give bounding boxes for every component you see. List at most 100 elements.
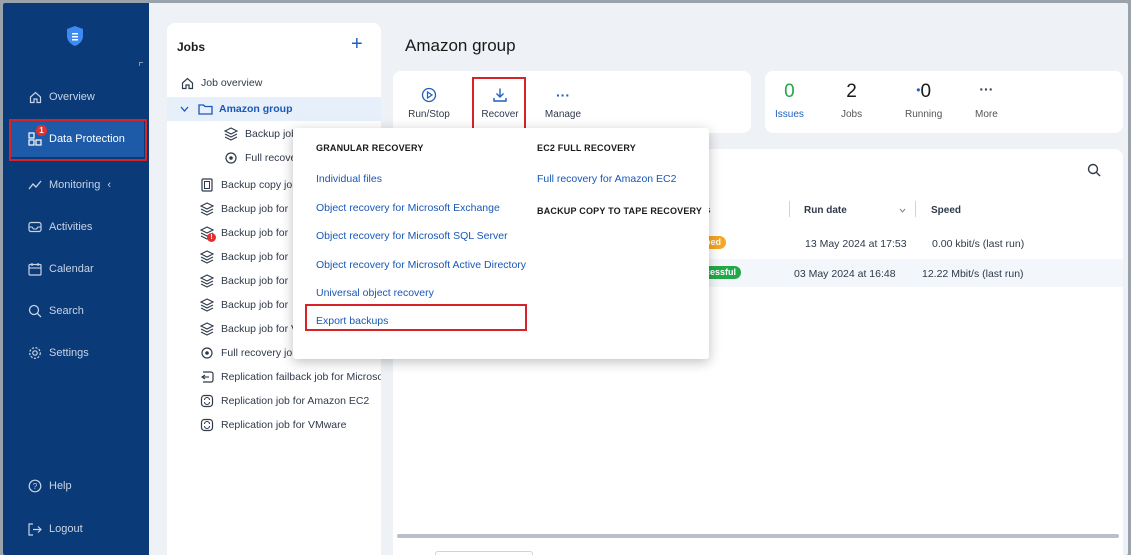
menu-item-individual-files[interactable]: Individual files xyxy=(316,173,382,185)
home-icon xyxy=(179,75,195,91)
sidebar-item-monitoring[interactable]: Monitoring ‹ xyxy=(11,167,144,203)
issues-stat[interactable]: 0 Issues xyxy=(775,81,804,120)
chevron-left-icon: ‹ xyxy=(107,179,112,191)
sort-chevron-icon[interactable] xyxy=(899,208,906,213)
backup-job-icon xyxy=(199,321,215,337)
jobs-count: 2 xyxy=(846,81,857,102)
manage-label: Manage xyxy=(544,108,582,120)
tree-item-job-overview[interactable]: Job overview xyxy=(167,71,381,95)
running-stat[interactable]: •0 Running xyxy=(905,81,942,120)
gear-icon xyxy=(27,345,43,361)
ec2-recovery-header: EC2 FULL RECOVERY xyxy=(537,143,636,153)
footer-control[interactable] xyxy=(435,551,533,555)
calendar-icon xyxy=(27,261,43,277)
sidebar-item-calendar[interactable]: Calendar xyxy=(11,251,144,287)
granular-recovery-header: GRANULAR RECOVERY xyxy=(316,143,424,153)
tree-item-label: Job overview xyxy=(201,77,263,89)
monitoring-icon xyxy=(27,177,43,193)
menu-item-active-directory-recovery[interactable]: Object recovery for Microsoft Active Dir… xyxy=(316,259,526,271)
manage-button[interactable]: ··· Manage xyxy=(541,71,585,133)
jobs-stat[interactable]: 2 Jobs xyxy=(841,81,862,120)
running-label: Running xyxy=(905,109,943,120)
tree-item-label: Backup job for xyxy=(221,275,289,287)
horizontal-scrollbar[interactable] xyxy=(397,534,1119,538)
sidebar-item-settings[interactable]: Settings xyxy=(11,335,144,371)
backup-job-icon xyxy=(223,126,239,142)
sidebar-item-label: Logout xyxy=(49,523,83,535)
tape-recovery-header: BACKUP COPY TO TAPE RECOVERY xyxy=(537,206,703,216)
column-separator xyxy=(789,201,790,217)
menu-item-ec2-full-recovery[interactable]: Full recovery for Amazon EC2 xyxy=(537,173,676,185)
issues-count: 0 xyxy=(784,81,795,102)
tree-item-label: Backup job for xyxy=(221,227,289,239)
more-stat-button[interactable]: ··· More xyxy=(975,81,998,120)
speed-cell: 0.00 kbit/s (last run) xyxy=(932,238,1025,250)
tree-item-label: Backup job for xyxy=(221,251,289,263)
more-label: More xyxy=(975,109,998,120)
sidebar-item-label: Activities xyxy=(49,221,93,233)
highlight-frame xyxy=(9,119,147,161)
svg-text:?: ? xyxy=(33,482,38,491)
highlight-frame xyxy=(305,304,527,331)
logout-icon xyxy=(27,521,43,537)
menu-item-sql-recovery[interactable]: Object recovery for Microsoft SQL Server xyxy=(316,230,508,242)
sidebar-item-label: Monitoring xyxy=(49,179,101,191)
highlight-frame xyxy=(472,77,526,131)
tree-item-job[interactable]: Replication job for VMware xyxy=(167,413,381,437)
toolbar: Run/Stop Recover ··· Manage xyxy=(393,71,751,133)
replication-icon xyxy=(199,393,215,409)
activities-icon xyxy=(27,219,43,235)
jobs-panel-title: Jobs xyxy=(177,40,206,54)
tree-item-job[interactable]: Replication job for Amazon EC2 xyxy=(167,389,381,413)
sidebar-item-search[interactable]: Search xyxy=(11,293,144,329)
tree-item-label: Backup job xyxy=(245,128,297,140)
run-date-header[interactable]: Run date xyxy=(804,205,847,216)
sidebar: Overview Data Protection 1 Monitoring ‹ … xyxy=(3,3,149,555)
sidebar-item-help[interactable]: ? Help xyxy=(11,468,144,504)
tree-item-job[interactable]: Replication failback job for Microso xyxy=(167,365,381,389)
sidebar-item-logout[interactable]: Logout xyxy=(11,511,144,547)
run-date-cell: 13 May 2024 at 17:53 xyxy=(805,238,907,250)
sidebar-item-label: Help xyxy=(49,480,72,492)
run-stop-button[interactable]: Run/Stop xyxy=(407,71,451,133)
recover-dropdown-menu: GRANULAR RECOVERY Individual files Objec… xyxy=(293,128,709,359)
folder-icon xyxy=(197,101,213,117)
app-window: Overview Data Protection 1 Monitoring ‹ … xyxy=(3,3,1128,555)
tree-item-label: Replication failback job for Microso xyxy=(221,371,381,383)
tree-item-label: Backup copy job xyxy=(221,179,299,191)
running-count: •0 xyxy=(916,81,931,103)
menu-item-exchange-recovery[interactable]: Object recovery for Microsoft Exchange xyxy=(316,202,500,214)
backup-job-icon xyxy=(199,249,215,265)
more-icon: ··· xyxy=(979,81,994,97)
sidebar-item-label: Calendar xyxy=(49,263,94,275)
issues-label: Issues xyxy=(775,109,804,120)
add-job-button[interactable]: + xyxy=(351,33,363,56)
sidebar-item-overview[interactable]: Overview xyxy=(11,79,144,115)
menu-item-universal-object-recovery[interactable]: Universal object recovery xyxy=(316,287,434,299)
replication-icon xyxy=(199,417,215,433)
backup-copy-icon xyxy=(199,177,215,193)
tree-item-label: Amazon group xyxy=(219,103,293,115)
backup-job-icon xyxy=(199,201,215,217)
speed-cell: 12.22 Mbit/s (last run) xyxy=(922,268,1024,280)
recovery-icon xyxy=(223,150,239,166)
tree-item-amazon-group[interactable]: Amazon group xyxy=(167,97,381,121)
tree-item-label: Backup job for xyxy=(221,299,289,311)
play-icon xyxy=(421,85,437,105)
speed-header[interactable]: Speed xyxy=(931,205,961,216)
sidebar-collapse-handle[interactable] xyxy=(139,62,143,66)
backup-job-icon xyxy=(199,273,215,289)
sidebar-item-label: Settings xyxy=(49,347,89,359)
run-date-cell: 03 May 2024 at 16:48 xyxy=(794,268,896,280)
run-stop-label: Run/Stop xyxy=(408,108,450,120)
tree-item-label: Replication job for Amazon EC2 xyxy=(221,395,370,407)
running-value: 0 xyxy=(920,81,932,102)
chevron-down-icon xyxy=(179,101,189,117)
more-icon: ··· xyxy=(556,86,570,103)
help-icon: ? xyxy=(27,478,43,494)
home-icon xyxy=(27,89,43,105)
stats-panel: 0 Issues 2 Jobs •0 Running ··· More xyxy=(765,71,1123,133)
search-icon[interactable] xyxy=(1087,163,1101,177)
backup-job-icon xyxy=(199,297,215,313)
sidebar-item-activities[interactable]: Activities xyxy=(11,209,144,245)
